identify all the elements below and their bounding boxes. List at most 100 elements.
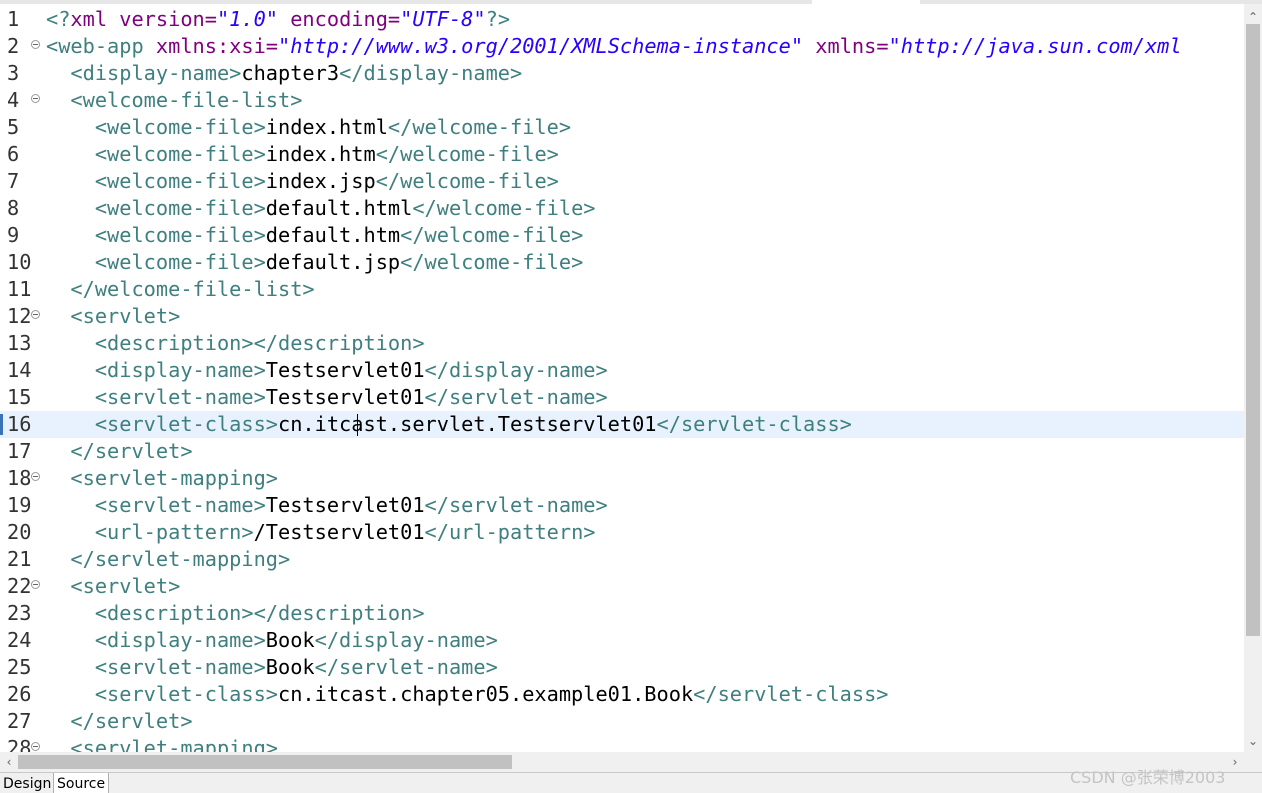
code-text: </servlet> bbox=[46, 438, 193, 465]
code-text: <welcome-file>default.jsp</welcome-file> bbox=[46, 249, 583, 276]
line-number: 24 bbox=[7, 628, 32, 652]
xml-text bbox=[46, 304, 70, 328]
xml-tag: <display-name> bbox=[94, 358, 266, 382]
xml-text: cn.itcast.servlet.Testservlet01 bbox=[278, 412, 657, 436]
code-text: <servlet-class>cn.itcast.chapter05.examp… bbox=[46, 681, 889, 708]
fold-collapse-icon[interactable] bbox=[31, 40, 40, 49]
code-line[interactable]: 28 <servlet-mapping> bbox=[0, 735, 1244, 752]
scroll-left-arrow-icon[interactable]: ‹ bbox=[0, 753, 18, 771]
horizontal-scroll-thumb[interactable] bbox=[18, 755, 512, 769]
xml-attribute-value: "UTF-8" bbox=[400, 7, 486, 31]
code-line[interactable]: 25 <servlet-name>Book</servlet-name> bbox=[0, 654, 1244, 681]
horizontal-scrollbar[interactable]: ‹ › bbox=[0, 752, 1244, 772]
code-text: <welcome-file>default.html</welcome-file… bbox=[46, 195, 596, 222]
xml-tag: <servlet-class> bbox=[94, 682, 278, 706]
code-line[interactable]: 4 <welcome-file-list> bbox=[0, 87, 1244, 114]
code-line[interactable]: 27 </servlet> bbox=[0, 708, 1244, 735]
xml-tag: <welcome-file> bbox=[94, 142, 266, 166]
code-line[interactable]: 19 <servlet-name>Testservlet01</servlet-… bbox=[0, 492, 1244, 519]
xml-text bbox=[46, 574, 70, 598]
fold-collapse-icon[interactable] bbox=[31, 472, 40, 481]
code-text: <servlet-name>Testservlet01</servlet-nam… bbox=[46, 384, 608, 411]
xml-text bbox=[46, 331, 95, 355]
xml-tag: </servlet> bbox=[70, 439, 193, 463]
scrollbar-corner bbox=[1244, 752, 1262, 772]
code-line[interactable]: 18 <servlet-mapping> bbox=[0, 465, 1244, 492]
code-line[interactable]: 1 <?xml version="1.0" encoding="UTF-8"?> bbox=[0, 6, 1244, 33]
code-line[interactable]: 2 <web-app xmlns:xsi="http://www.w3.org/2… bbox=[0, 33, 1244, 60]
code-text: <servlet-class>cn.itcast.servlet.Testser… bbox=[46, 411, 852, 438]
code-line[interactable]: 17 </servlet> bbox=[0, 438, 1244, 465]
xml-text bbox=[46, 520, 95, 544]
line-number: 3 bbox=[7, 61, 20, 85]
xml-tag: <servlet-class> bbox=[94, 412, 278, 436]
xml-text bbox=[46, 466, 70, 490]
line-number: 14 bbox=[7, 358, 32, 382]
xml-text bbox=[46, 385, 95, 409]
line-number: 17 bbox=[7, 439, 32, 463]
code-line[interactable]: 26 <servlet-class>cn.itcast.chapter05.ex… bbox=[0, 681, 1244, 708]
xml-text bbox=[46, 439, 70, 463]
code-line[interactable]: 6 <welcome-file>index.htm</welcome-file> bbox=[0, 141, 1244, 168]
xml-source-editor[interactable]: 1 <?xml version="1.0" encoding="UTF-8"?> 2… bbox=[0, 4, 1244, 752]
code-text: <?xml version="1.0" encoding="UTF-8"?> bbox=[46, 6, 510, 33]
tab-design[interactable]: Design bbox=[0, 773, 54, 793]
code-text: </servlet> bbox=[46, 708, 192, 735]
xml-tag: </servlet-name> bbox=[424, 385, 608, 409]
code-text: <servlet-name>Testservlet01</servlet-nam… bbox=[46, 492, 608, 519]
code-line[interactable]: 9 <welcome-file>default.htm</welcome-fil… bbox=[0, 222, 1244, 249]
line-number: 27 bbox=[7, 709, 32, 733]
vertical-scroll-thumb[interactable] bbox=[1246, 24, 1260, 636]
code-line[interactable]: 10 <welcome-file>default.jsp</welcome-fi… bbox=[0, 249, 1244, 276]
xml-text: cn.itcast.chapter05.example01.Book bbox=[278, 682, 694, 706]
fold-collapse-icon[interactable] bbox=[31, 580, 40, 589]
line-number: 11 bbox=[7, 277, 32, 301]
code-line[interactable]: 5 <welcome-file>index.html</welcome-file… bbox=[0, 114, 1244, 141]
xml-text bbox=[46, 601, 95, 625]
xml-tag: </welcome-file> bbox=[375, 142, 559, 166]
code-line[interactable]: 11 </welcome-file-list> bbox=[0, 276, 1244, 303]
code-line[interactable]: 20 <url-pattern>/Testservlet01</url-patt… bbox=[0, 519, 1244, 546]
fold-collapse-icon[interactable] bbox=[31, 94, 40, 103]
xml-text: index.jsp bbox=[265, 169, 376, 193]
code-line[interactable]: 24 <display-name>Book</display-name> bbox=[0, 627, 1244, 654]
xml-tag: <servlet> bbox=[70, 304, 181, 328]
xml-attribute: xmlns= bbox=[803, 34, 889, 58]
code-line[interactable]: 13 <description></description> bbox=[0, 330, 1244, 357]
code-line[interactable]: 14 <display-name>Testservlet01</display-… bbox=[0, 357, 1244, 384]
code-text: <servlet> bbox=[46, 573, 180, 600]
code-line[interactable]: 3 <display-name>chapter3</display-name> bbox=[0, 60, 1244, 87]
code-line[interactable]: 16 <servlet-class>cn.itcast.servlet.Test… bbox=[0, 411, 1244, 438]
xml-tag: ?> bbox=[485, 7, 511, 31]
code-line[interactable]: 7 <welcome-file>index.jsp</welcome-file> bbox=[0, 168, 1244, 195]
xml-tag: <servlet-mapping> bbox=[70, 466, 278, 490]
code-text: <servlet-name>Book</servlet-name> bbox=[46, 654, 498, 681]
scroll-down-arrow-icon[interactable]: ⌄ bbox=[1244, 732, 1262, 750]
code-line[interactable]: 22 <servlet> bbox=[0, 573, 1244, 600]
fold-collapse-icon[interactable] bbox=[31, 742, 40, 751]
xml-tag: <url-pattern> bbox=[94, 520, 254, 544]
fold-collapse-icon[interactable] bbox=[31, 310, 40, 319]
tab-source[interactable]: Source bbox=[53, 773, 110, 793]
xml-tag: <? bbox=[46, 7, 71, 31]
code-text: <welcome-file-list> bbox=[46, 87, 302, 114]
xml-tag: <servlet-mapping> bbox=[70, 736, 278, 752]
line-number: 10 bbox=[7, 250, 32, 274]
xml-tag: </welcome-file> bbox=[400, 223, 584, 247]
xml-tag: </welcome-file-list> bbox=[70, 277, 315, 301]
code-line[interactable]: 12 <servlet> bbox=[0, 303, 1244, 330]
xml-text: Book bbox=[265, 655, 315, 679]
scroll-right-arrow-icon[interactable]: › bbox=[1226, 753, 1244, 771]
xml-tag: </display-name> bbox=[339, 61, 523, 85]
code-text: <welcome-file>index.htm</welcome-file> bbox=[46, 141, 559, 168]
code-line[interactable]: 23 <description></description> bbox=[0, 600, 1244, 627]
xml-attribute-value: "1.0" bbox=[216, 7, 279, 31]
line-number: 13 bbox=[7, 331, 32, 355]
vertical-scrollbar[interactable]: ⌃ ⌄ bbox=[1244, 4, 1262, 752]
line-number: 25 bbox=[7, 655, 32, 679]
code-line[interactable]: 8 <welcome-file>default.html</welcome-fi… bbox=[0, 195, 1244, 222]
code-line[interactable]: 15 <servlet-name>Testservlet01</servlet-… bbox=[0, 384, 1244, 411]
xml-text bbox=[46, 682, 95, 706]
code-line[interactable]: 21 </servlet-mapping> bbox=[0, 546, 1244, 573]
xml-tag: <welcome-file-list> bbox=[70, 88, 303, 112]
